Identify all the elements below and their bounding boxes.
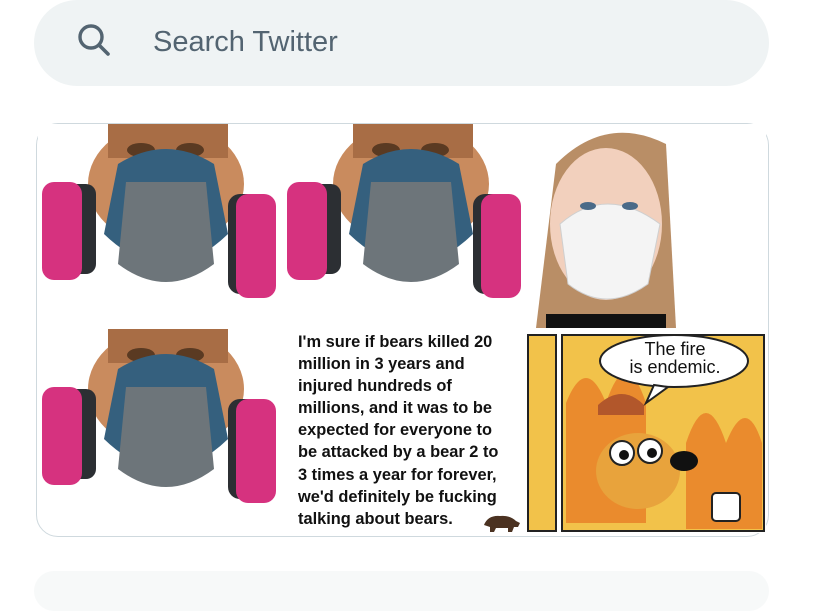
search-icon [78, 24, 110, 56]
next-section [34, 571, 769, 611]
respirator-image [38, 329, 278, 511]
meme-caption: I'm sure if bears killed 20 million in 3… [298, 333, 499, 528]
search-bar[interactable] [34, 0, 769, 86]
kn95-mask-image [526, 124, 766, 328]
respirator-image [283, 124, 523, 302]
search-input[interactable]: Search Twitter [153, 22, 338, 62]
bear-icon [484, 515, 520, 532]
respirator-image [38, 124, 278, 302]
speech-bubble-text: The fire is endemic. [629, 339, 721, 377]
